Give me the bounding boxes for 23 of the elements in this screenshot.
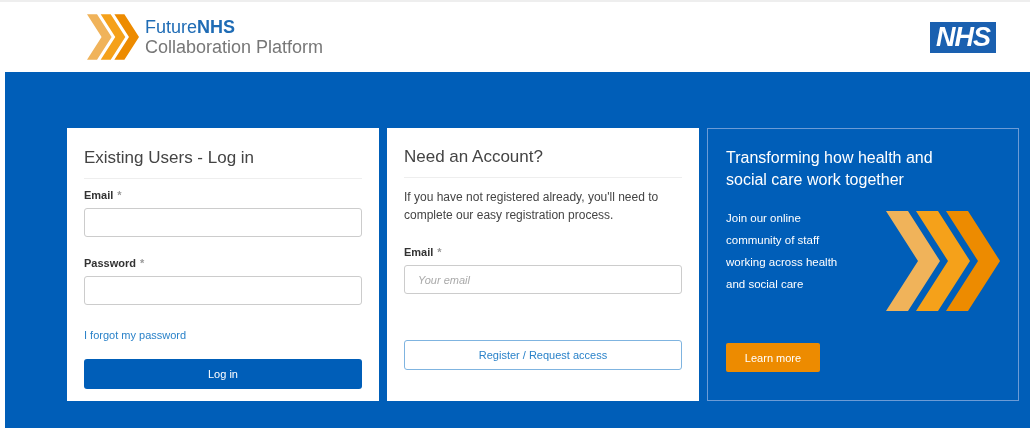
register-button[interactable]: Register / Request access bbox=[404, 340, 682, 370]
card-title: Existing Users - Log in bbox=[84, 148, 362, 179]
input-field[interactable] bbox=[84, 208, 362, 237]
required-mark: * bbox=[139, 257, 145, 269]
logo-subtitle: Collaboration Platform bbox=[145, 37, 324, 57]
learn-more-button[interactable]: Learn more bbox=[726, 343, 820, 372]
logo-title: FutureNHS bbox=[145, 17, 237, 37]
field-label: Password bbox=[84, 257, 136, 269]
input-field[interactable] bbox=[84, 276, 362, 305]
chevrons-icon bbox=[886, 211, 1000, 311]
required-mark: * bbox=[117, 189, 122, 201]
login-button[interactable]: Log in bbox=[84, 359, 362, 389]
chevrons-icon bbox=[87, 14, 139, 60]
field-label: Email bbox=[84, 189, 114, 201]
required-mark: * bbox=[437, 246, 442, 258]
promo-title: Transforming how health and social care work together bbox=[726, 148, 934, 190]
card-title: Need an Account? bbox=[404, 147, 682, 178]
forgot-password-link[interactable]: I forgot my password bbox=[84, 329, 187, 341]
field-label: Email bbox=[404, 246, 434, 258]
input-field[interactable]: Your email bbox=[404, 265, 682, 294]
brand-logo: NHS bbox=[930, 21, 996, 53]
intro-text: If you have not registered already, you'll need to complete our easy registration process. bbox=[404, 189, 660, 224]
promo-text: Join our online community of staff working across health and social care bbox=[726, 211, 839, 292]
